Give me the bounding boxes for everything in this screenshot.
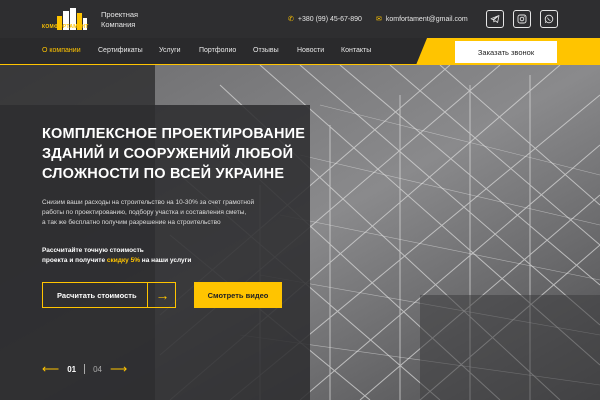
arrow-right-icon: →	[147, 283, 177, 307]
phone-contact[interactable]: ✆ +380 (99) 45-67-890	[288, 15, 362, 24]
watch-video-button[interactable]: Смотреть видео	[194, 282, 282, 308]
nav-item-news[interactable]: Новости	[297, 47, 324, 54]
whatsapp-button[interactable]	[540, 10, 558, 28]
instagram-button[interactable]	[513, 10, 531, 28]
company-line-1: Проектная	[101, 10, 139, 19]
slide-separator	[84, 364, 86, 374]
telegram-icon	[490, 15, 500, 23]
description-line-3: а так же бесплатно получим разрешение на…	[42, 219, 221, 226]
discount-highlight: скидку 5%	[106, 257, 140, 264]
promo-suffix: на наши услуги	[139, 257, 192, 264]
phone-number[interactable]: +380 (99) 45-67-890	[298, 16, 362, 23]
hero-title-line-2: ЗДАНИЙ И СООРУЖЕНИЙ ЛЮБОЙ	[42, 146, 294, 162]
nav-item-contacts[interactable]: Контакты	[341, 47, 371, 54]
hero-description: Снизим ваши расходы на строительство на …	[42, 198, 282, 228]
slide-total: 04	[93, 364, 103, 374]
slider-next-arrow-icon[interactable]: ⟶	[110, 362, 127, 376]
nav-item-reviews[interactable]: Отзывы	[253, 47, 279, 54]
slider-controls: ⟵ 01 04 ⟶	[42, 362, 127, 376]
nav-item-certificates[interactable]: Сертификаты	[98, 47, 143, 54]
calculate-cost-button[interactable]: Расчитать стоимость →	[42, 282, 176, 308]
instagram-icon	[517, 14, 527, 24]
promo-line-2: проекта и получите скидку 5% на наши усл…	[42, 256, 191, 266]
hero-title-line-3: СЛОЖНОСТИ ПО ВСЕЙ УКРАИНЕ	[42, 166, 285, 182]
email-address[interactable]: komfortament@gmail.com	[386, 16, 468, 23]
company-tagline: Проектная Компания	[101, 10, 138, 30]
company-line-2: Компания	[101, 20, 136, 29]
hero-title-line-1: КОМПЛЕКСНОЕ ПРОЕКТИРОВАНИЕ	[42, 126, 306, 142]
whatsapp-icon	[544, 14, 554, 24]
logo-text: КОМФОРТАМЕНТ	[42, 24, 89, 30]
phone-icon: ✆	[288, 16, 294, 23]
telegram-button[interactable]	[486, 10, 504, 28]
nav-item-portfolio[interactable]: Портфолио	[199, 47, 236, 54]
description-line-1: Снизим ваши расходы на строительство на …	[42, 199, 255, 206]
top-bar: КОМФОРТАМЕНТ Проектная Компания ✆ +380 (…	[0, 0, 600, 38]
promo-text: Рассчитайте точную стоимость проекта и п…	[42, 246, 191, 266]
email-contact[interactable]: ✉ komfortament@gmail.com	[376, 15, 468, 24]
hero-section	[0, 65, 600, 400]
description-line-2: работы по проектированию, подбору участк…	[42, 209, 247, 216]
promo-line-1: Рассчитайте точную стоимость	[42, 247, 144, 254]
calculate-cost-label: Расчитать стоимость	[57, 290, 137, 300]
promo-prefix: проекта и получите	[42, 257, 107, 264]
nav-item-about[interactable]: О компании	[42, 47, 81, 54]
nav-item-services[interactable]: Услуги	[159, 47, 181, 54]
mail-icon: ✉	[376, 16, 382, 23]
call-request-button[interactable]: Заказать звонок	[455, 41, 557, 63]
slide-current: 01	[67, 364, 77, 374]
hero-title: КОМПЛЕКСНОЕ ПРОЕКТИРОВАНИЕ ЗДАНИЙ И СООР…	[42, 124, 312, 184]
slider-prev-arrow-icon[interactable]: ⟵	[42, 362, 59, 376]
